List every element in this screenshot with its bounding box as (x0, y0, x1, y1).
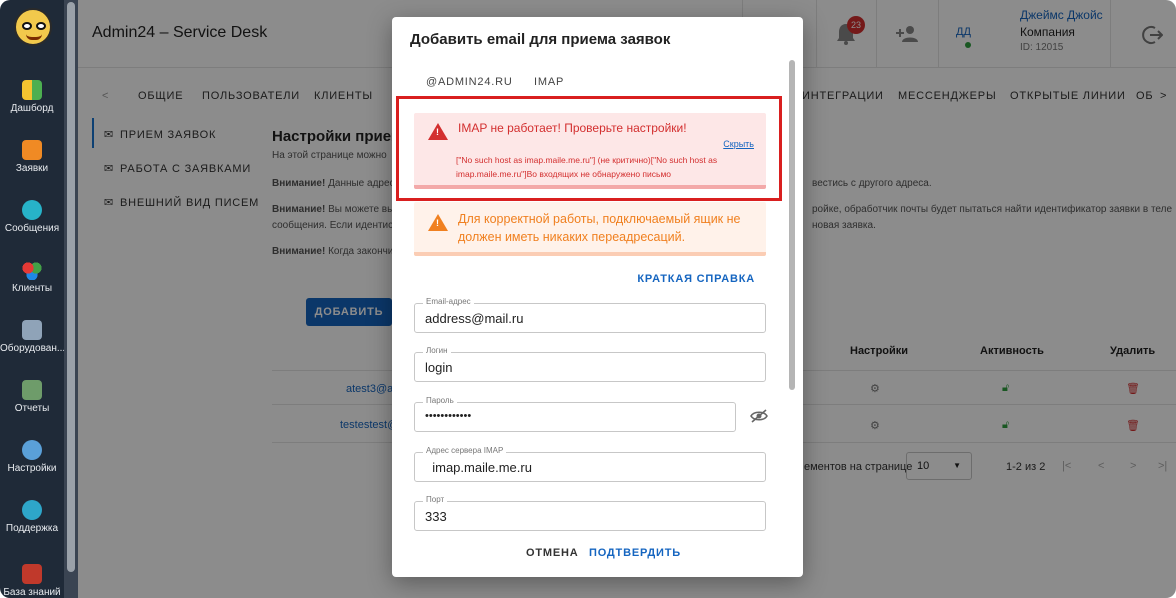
sidebar: Дашборд Заявки Сообщения Клиенты Оборудо… (0, 0, 65, 598)
sidebar-item-dashboard[interactable]: Дашборд (0, 80, 64, 114)
dashboard-icon (22, 80, 42, 100)
eye-off-icon[interactable] (750, 409, 768, 423)
book-icon (22, 564, 42, 584)
imap-server-field-label: Адрес сервера IMAP (423, 446, 507, 455)
tab-imap[interactable]: IMAP (534, 76, 564, 88)
megaphone-icon (22, 140, 42, 160)
dialog-actions: ОТМЕНА ПОДТВЕРДИТЬ (392, 535, 803, 575)
equipment-icon (22, 320, 42, 340)
login-field[interactable]: Логин (414, 346, 766, 382)
email-field-label: Email-адрес (423, 297, 474, 306)
sidebar-item-messages[interactable]: Сообщения (0, 200, 64, 234)
add-email-dialog: Добавить email для приема заявок @ADMIN2… (392, 17, 803, 577)
gear-icon (22, 440, 42, 460)
port-input[interactable] (425, 509, 745, 524)
quick-help-link[interactable]: КРАТКАЯ СПРАВКА (637, 273, 755, 285)
sidebar-item-settings[interactable]: Настройки (0, 440, 64, 474)
email-input[interactable] (425, 311, 745, 326)
clients-icon (22, 260, 42, 280)
dialog-title: Добавить email для приема заявок (410, 31, 671, 48)
sidebar-item-clients[interactable]: Клиенты (0, 260, 64, 294)
imap-server-input[interactable] (425, 460, 745, 475)
app-logo[interactable] (14, 8, 52, 46)
app-window: Дашборд Заявки Сообщения Клиенты Оборудо… (0, 0, 1176, 598)
tab-admin24[interactable]: @ADMIN24.RU (426, 76, 513, 88)
sidebar-item-equipment[interactable]: Оборудован... (0, 320, 65, 354)
dialog-scrollbar[interactable] (789, 60, 795, 390)
login-field-label: Логин (423, 346, 451, 355)
login-input[interactable] (425, 360, 745, 375)
warning-alert: ! Для корректной работы, подключаемый ящ… (414, 202, 766, 256)
email-field[interactable]: Email-адрес (414, 297, 766, 333)
password-field-label: Пароль (423, 396, 457, 405)
warning-text: Для корректной работы, подключаемый ящик… (458, 212, 741, 244)
password-field[interactable]: Пароль •••••••••••• (414, 396, 736, 432)
port-field[interactable]: Порт (414, 495, 766, 531)
reports-icon (22, 380, 42, 400)
sidebar-item-reports[interactable]: Отчеты (0, 380, 64, 414)
help-icon (22, 500, 42, 520)
sidebar-scrollbar-thumb[interactable] (67, 2, 75, 572)
sidebar-item-knowledge-base[interactable]: База знаний (0, 564, 64, 598)
chat-icon (22, 200, 42, 220)
warning-triangle-icon: ! (428, 214, 448, 231)
imap-server-field[interactable]: Адрес сервера IMAP (414, 446, 766, 482)
port-field-label: Порт (423, 495, 448, 504)
sidebar-item-tickets[interactable]: Заявки (0, 140, 64, 174)
confirm-button[interactable]: ПОДТВЕРДИТЬ (589, 547, 681, 559)
cancel-button[interactable]: ОТМЕНА (526, 547, 578, 559)
sidebar-item-support[interactable]: Поддержка (0, 500, 64, 534)
password-input[interactable]: •••••••••••• (425, 410, 745, 422)
error-highlight-frame (396, 96, 782, 201)
